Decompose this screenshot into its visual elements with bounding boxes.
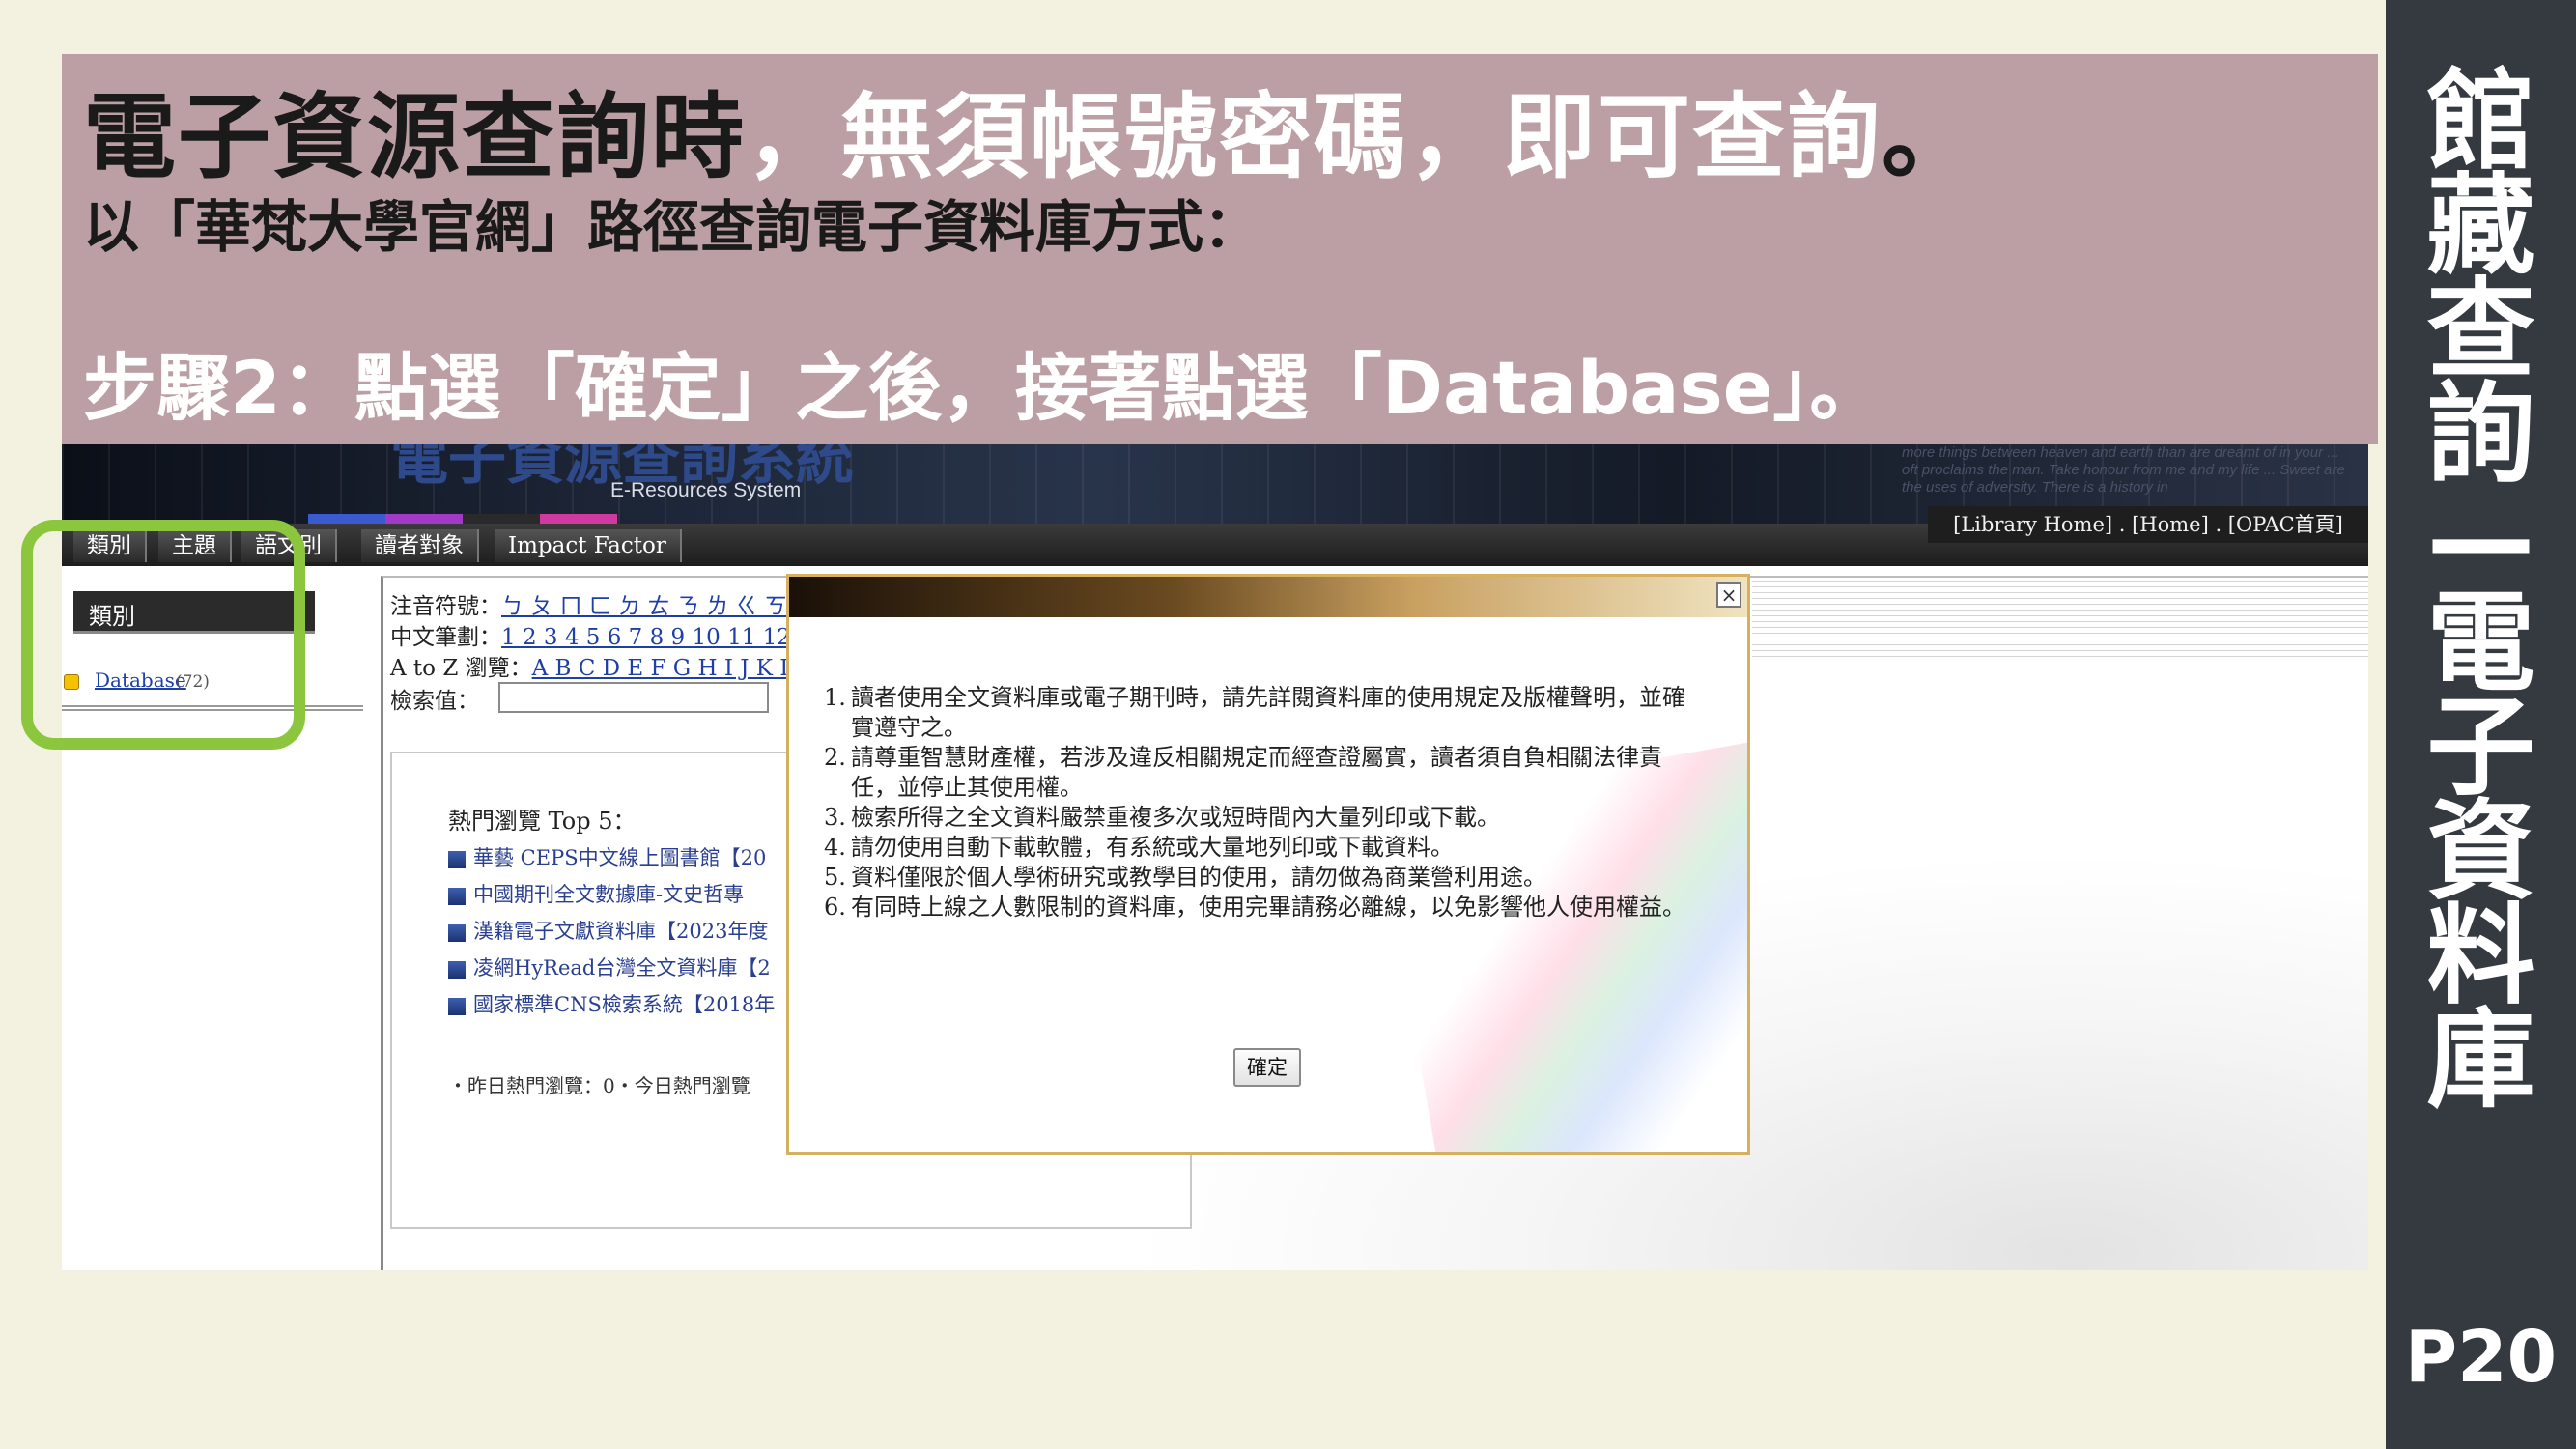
headline-end: 。 xyxy=(1882,83,1976,191)
database-icon xyxy=(448,923,466,942)
visit-stats: ・昨日熱門瀏覽：0・今日熱門瀏覽 xyxy=(448,1074,750,1097)
chapter-char: 查 xyxy=(2426,268,2535,393)
hot-item-label: 凌網HyRead台灣全文資料庫【2 xyxy=(473,956,771,980)
terms-item-number: 3. xyxy=(824,804,846,831)
hot-item[interactable]: 中國期刊全文數據庫-文史哲專 xyxy=(448,879,744,908)
hot-item-label: 漢籍電子文獻資料庫【2023年度 xyxy=(473,920,769,943)
phonetic-label: 注音符號： xyxy=(390,594,501,619)
step-instruction: 步驟2：點選「確定」之後，接著點選「Database」。 xyxy=(83,345,1883,431)
chapter-char: 子 xyxy=(2426,685,2535,810)
hot-item-label: 國家標準CNS檢索系統【2018年 xyxy=(473,993,776,1016)
dialog-header xyxy=(789,577,1747,617)
highlight-ring xyxy=(21,520,305,750)
terms-item-number: 1. xyxy=(824,684,846,711)
page-number: P20 xyxy=(2404,1316,2558,1399)
chapter-char: 詢 xyxy=(2426,372,2535,497)
az-label: A to Z 瀏覽： xyxy=(390,656,532,681)
color-tabs xyxy=(308,514,617,524)
stroke-label: 中文筆劃： xyxy=(390,625,501,650)
chapter-char: 藏 xyxy=(2426,163,2535,289)
hot-item-label: 中國期刊全文數據庫-文史哲專 xyxy=(473,883,745,906)
decor-stripes xyxy=(1752,580,2368,657)
terms-list: 1. 讀者使用全文資料庫或電子期刊時，請先詳閱資料庫的使用規定及版權聲明，並確實遵… xyxy=(824,683,1698,923)
top-links[interactable]: [Library Home] . [Home] . [OPAC首頁] xyxy=(1928,506,2368,543)
terms-dialog: × 1. 讀者使用全文資料庫或電子期刊時，請先詳閱資料庫的使用規定及版權聲明，並確… xyxy=(786,574,1750,1155)
terms-item-text: 資料僅限於個人學術研究或教學目的使用，請勿做為商業營利用途。 xyxy=(851,864,1546,891)
search-input[interactable] xyxy=(498,682,769,713)
hot-item[interactable]: 華藝 CEPS中文線上圖書館【20 xyxy=(448,842,766,871)
chapter-char: 資 xyxy=(2426,789,2535,915)
phonetic-links[interactable]: ㄅ ㄆ ㄇ ㄈ ㄉ ㄊ ㄋ ㄌ ㄍ ㄎ xyxy=(501,594,787,619)
phonetic-row: 注音符號：ㄅ ㄆ ㄇ ㄈ ㄉ ㄊ ㄋ ㄌ ㄍ ㄎ xyxy=(390,587,787,620)
terms-item-number: 5. xyxy=(824,864,846,891)
close-icon[interactable]: × xyxy=(1716,582,1741,608)
az-links[interactable]: A B C D E F G H I J K L M xyxy=(532,656,825,681)
confirm-button[interactable]: 確定 xyxy=(1233,1048,1301,1087)
terms-item: 2. 請尊重智慧財產權，若涉及違反相關規定而經查證屬實，讀者須自負相關法律責任，並… xyxy=(824,743,1698,803)
headline-dark: 電子資源查詢時 xyxy=(83,83,746,191)
chapter-title: 館 藏 查 詢 — 電 子 資 料 庫 xyxy=(2386,59,2576,1123)
chapter-char: 庫 xyxy=(2426,998,2535,1123)
chapter-sidebar: 館 藏 查 詢 — 電 子 資 料 庫 P20 xyxy=(2386,0,2576,1449)
query-label: 檢索值： xyxy=(390,689,479,714)
database-icon xyxy=(448,960,466,979)
header-quote: more things between heaven and earth tha… xyxy=(1902,444,2345,496)
stroke-links[interactable]: 1 2 3 4 5 6 7 8 9 10 11 12 13 xyxy=(501,625,827,650)
terms-item-number: 4. xyxy=(824,834,846,861)
hot-item[interactable]: 國家標準CNS檢索系統【2018年 xyxy=(448,989,775,1018)
terms-item: 6. 有同時上線之人數限制的資料庫，使用完畢請務必離線，以免影響他人使用權益。 xyxy=(824,893,1698,923)
headline-light: ，無須帳號密碼，即可查詢 xyxy=(746,83,1882,191)
nav-audience[interactable]: 讀者對象 xyxy=(361,529,479,562)
az-row: A to Z 瀏覽：A B C D E F G H I J K L M xyxy=(390,649,824,682)
database-icon xyxy=(448,887,466,905)
slide-headline: 電子資源查詢時，無須帳號密碼，即可查詢。 xyxy=(83,62,1976,196)
chapter-char: 料 xyxy=(2426,894,2535,1019)
database-icon xyxy=(448,997,466,1015)
hot-item-label: 華藝 CEPS中文線上圖書館【20 xyxy=(473,846,767,869)
stroke-row: 中文筆劃：1 2 3 4 5 6 7 8 9 10 11 12 13 xyxy=(390,618,827,651)
terms-item: 1. 讀者使用全文資料庫或電子期刊時，請先詳閱資料庫的使用規定及版權聲明，並確實遵… xyxy=(824,683,1698,743)
terms-item-text: 有同時上線之人數限制的資料庫，使用完畢請務必離線，以免影響他人使用權益。 xyxy=(851,894,1685,921)
chapter-char: 館 xyxy=(2426,59,2535,185)
system-subtitle: E-Resources System xyxy=(610,479,802,501)
terms-item-text: 請勿使用自動下載軟體，有系統或大量地列印或下載資料。 xyxy=(851,834,1454,861)
terms-item: 5. 資料僅限於個人學術研究或教學目的使用，請勿做為商業營利用途。 xyxy=(824,863,1698,893)
chapter-char: — xyxy=(2426,476,2535,602)
terms-item-number: 2. xyxy=(824,744,846,771)
hot-browse-title: 熱門瀏覽 Top 5： xyxy=(448,808,637,835)
terms-item: 4. 請勿使用自動下載軟體，有系統或大量地列印或下載資料。 xyxy=(824,833,1698,863)
nav-impact-factor[interactable]: Impact Factor xyxy=(495,529,682,562)
database-icon xyxy=(448,850,466,868)
terms-item-number: 6. xyxy=(824,894,846,921)
terms-item-text: 檢索所得之全文資料嚴禁重複多次或短時間內大量列印或下載。 xyxy=(851,804,1500,831)
hot-item[interactable]: 漢籍電子文獻資料庫【2023年度 xyxy=(448,916,768,945)
terms-item-text: 請尊重智慧財產權，若涉及違反相關規定而經查證屬實，讀者須自負相關法律責任，並停止… xyxy=(851,744,1662,801)
terms-item-text: 讀者使用全文資料庫或電子期刊時，請先詳閱資料庫的使用規定及版權聲明，並確實遵守之… xyxy=(851,684,1685,741)
terms-item: 3. 檢索所得之全文資料嚴禁重複多次或短時間內大量列印或下載。 xyxy=(824,803,1698,833)
slide-subtitle: 以「華梵大學官網」路徑查詢電子資料庫方式： xyxy=(83,194,1260,260)
hot-item[interactable]: 凌網HyRead台灣全文資料庫【2 xyxy=(448,952,771,981)
chapter-char: 電 xyxy=(2426,581,2535,706)
